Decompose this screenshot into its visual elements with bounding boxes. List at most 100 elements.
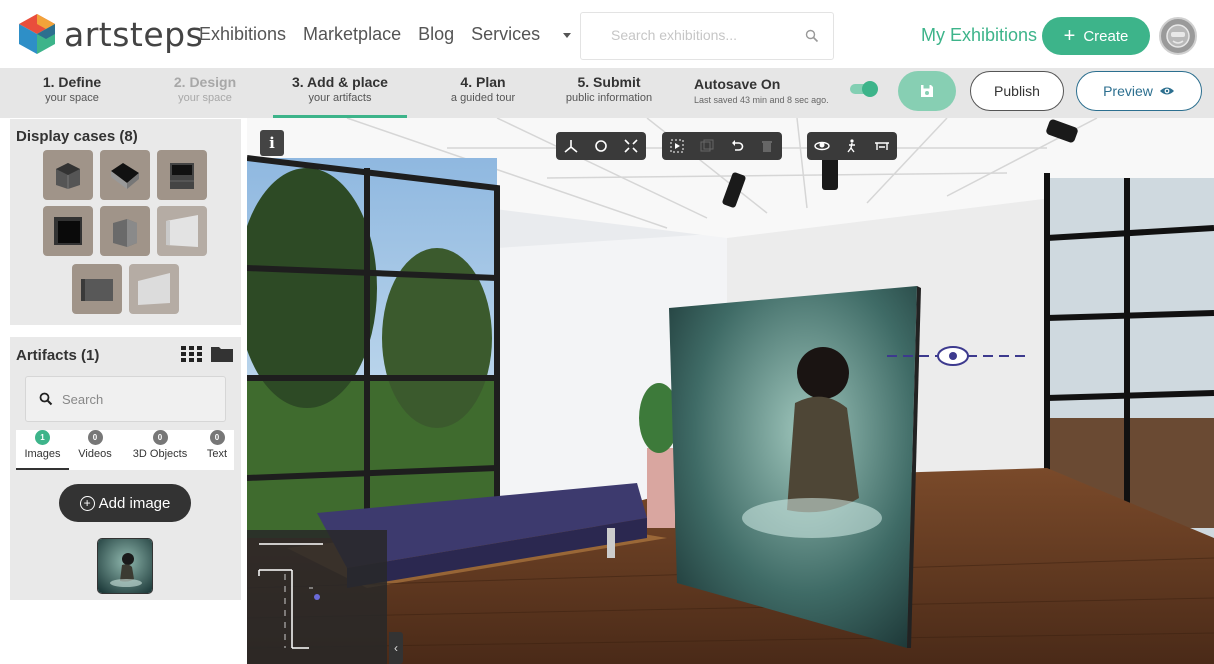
duplicate-icon[interactable]	[692, 132, 722, 160]
display-cases-title: Display cases (8)	[16, 128, 138, 145]
wizard-steps-bar: 1. Define your space 2. Design your spac…	[0, 68, 1214, 118]
display-case-2[interactable]	[100, 150, 150, 200]
autosave-title: Autosave On	[694, 76, 781, 92]
toggle-knob	[862, 81, 878, 97]
delete-icon[interactable]	[752, 132, 782, 160]
nav-services-label: Services	[471, 24, 541, 44]
display-case-8[interactable]	[129, 264, 179, 314]
collapse-panel-button[interactable]: ‹	[389, 632, 403, 664]
tab-count: 0	[87, 430, 103, 445]
display-cases-panel: Display cases (8)	[10, 119, 241, 325]
artifact-search-input[interactable]	[62, 392, 212, 407]
axis-glyph	[564, 140, 578, 153]
nav-exhibitions[interactable]: Exhibitions	[199, 24, 286, 45]
add-image-button[interactable]: + Add image	[59, 484, 191, 522]
step-design[interactable]: 2. Design your space	[160, 74, 250, 118]
display-case-7[interactable]	[72, 264, 122, 314]
tab-text[interactable]: 0 Text	[202, 430, 232, 470]
transform-toolbar	[556, 132, 646, 160]
folder-icon[interactable]	[211, 345, 233, 362]
search-icon	[39, 392, 53, 406]
scale-glyph	[624, 139, 638, 153]
case-preview-icon	[54, 217, 82, 245]
plus-icon: +	[1063, 24, 1076, 47]
undo-icon[interactable]	[722, 132, 752, 160]
tab-label: Images	[24, 448, 61, 460]
nav-services[interactable]: Services	[471, 24, 572, 45]
tab-videos[interactable]: 0 Videos	[74, 430, 116, 470]
step-title: 5. Submit	[577, 74, 641, 90]
artifacts-title: Artifacts (1)	[16, 347, 100, 364]
avatar[interactable]	[1159, 17, 1197, 55]
logo[interactable]: artsteps	[16, 12, 203, 56]
walk-glyph	[847, 139, 855, 153]
select-glyph	[670, 139, 684, 153]
floppy-disk-icon	[921, 85, 933, 97]
top-view-icon[interactable]	[867, 132, 897, 160]
trash-glyph	[762, 141, 772, 152]
chevron-down-icon	[563, 32, 572, 38]
tab-3d-objects[interactable]: 0 3D Objects	[129, 430, 191, 470]
display-case-1[interactable]	[43, 150, 93, 200]
select-frame-icon[interactable]	[662, 132, 692, 160]
create-label: Create	[1083, 27, 1129, 45]
case-preview-icon	[81, 279, 113, 301]
top-view-glyph	[875, 142, 889, 150]
search-icon[interactable]	[805, 29, 819, 43]
step-subtitle: your space	[178, 92, 232, 104]
display-case-4[interactable]	[43, 206, 93, 256]
artifact-thumbnail[interactable]	[97, 538, 153, 594]
preview-button[interactable]: Preview	[1076, 71, 1202, 111]
case-preview-icon	[111, 163, 139, 189]
case-preview-icon	[113, 219, 137, 247]
tab-count: 1	[35, 430, 50, 445]
rotate-icon[interactable]	[586, 132, 616, 160]
walk-view-icon[interactable]	[837, 132, 867, 160]
step-plan[interactable]: 4. Plan a guided tour	[435, 74, 531, 118]
tab-label: Text	[206, 448, 228, 460]
step-title: 2. Design	[173, 74, 237, 90]
create-button[interactable]: + Create	[1042, 17, 1150, 55]
tab-count: 0	[209, 430, 225, 445]
exhibition-search-input[interactable]	[611, 27, 791, 43]
my-exhibitions-link[interactable]: My Exhibitions	[921, 25, 1037, 46]
tab-count: 0	[152, 430, 168, 445]
display-case-5[interactable]	[100, 206, 150, 256]
display-case-6[interactable]	[157, 206, 207, 256]
nav-blog[interactable]: Blog	[418, 24, 454, 45]
grid-view-icon[interactable]	[181, 346, 203, 362]
publish-button[interactable]: Publish	[970, 71, 1064, 111]
axis-move-icon[interactable]	[556, 132, 586, 160]
scale-icon[interactable]	[616, 132, 646, 160]
step-title: 4. Plan	[460, 74, 506, 90]
case-preview-icon	[170, 163, 194, 189]
user-helmet-icon	[1166, 24, 1190, 48]
case-preview-icon	[138, 273, 170, 305]
tab-images[interactable]: 1 Images	[16, 430, 69, 470]
tab-label: 3D Objects	[132, 448, 188, 460]
duplicate-glyph	[700, 139, 714, 152]
nav-marketplace[interactable]: Marketplace	[303, 24, 401, 45]
main-nav: Exhibitions Marketplace Blog Services	[199, 24, 588, 45]
floorplan-minimap[interactable]	[247, 530, 387, 664]
orbit-view-icon[interactable]	[807, 132, 837, 160]
exhibition-3d-viewport[interactable]: i ‹	[247, 118, 1214, 664]
logo-cube-icon	[19, 14, 55, 54]
step-add-place[interactable]: 3. Add & place your artifacts	[273, 74, 407, 118]
autosave-status: Autosave On Last saved 43 min and 8 sec …	[694, 76, 829, 105]
step-title: 1. Define	[42, 74, 102, 90]
logo-text: artsteps	[64, 14, 204, 54]
minimap-plan	[258, 543, 323, 649]
step-subtitle: a guided tour	[450, 92, 516, 104]
save-button[interactable]	[898, 71, 956, 111]
artwork-thumbnail-image	[98, 539, 152, 593]
undo-glyph	[732, 140, 744, 151]
eye-icon	[1159, 87, 1174, 95]
display-case-3[interactable]	[157, 150, 207, 200]
step-submit[interactable]: 5. Submit public information	[556, 74, 662, 118]
edit-toolbar	[662, 132, 782, 160]
autosave-toggle[interactable]	[850, 81, 878, 97]
info-button[interactable]: i	[260, 130, 284, 156]
exhibition-search	[580, 12, 834, 60]
step-define[interactable]: 1. Define your space	[30, 74, 114, 118]
